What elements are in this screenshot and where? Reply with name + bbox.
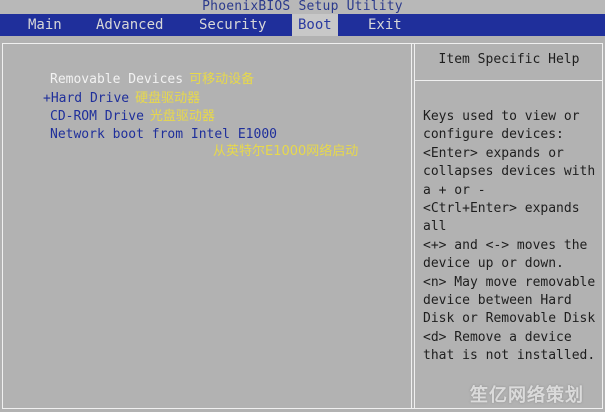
help-line: <Enter> expands or [423,145,564,161]
help-line: device between Hard [423,293,572,309]
menu-bar: Main Advanced Security Boot Exit [0,14,605,36]
boot-item-annotation: 硬盘驱动器 [135,91,201,106]
boot-item-label: +Hard Drive [43,91,130,106]
panel-divider-inner [414,43,415,409]
boot-item-hard-drive[interactable]: +Hard Drive 硬盘驱动器 [43,90,200,108]
bios-title: PhoenixBIOS Setup Utility [0,0,605,14]
help-title-separator [415,80,603,81]
boot-item-label: CD-ROM Drive [50,109,144,124]
help-panel-text: Keys used to view or configure devices: <E… [423,108,601,366]
watermark-logo: 笙亿网络策划 [470,385,584,406]
help-line: <Ctrl+Enter> expands [423,201,580,217]
help-line: all [423,219,447,235]
help-line: device up or down. [423,256,564,272]
help-line: <n> May move removable [423,274,596,290]
help-line: Disk or Removable Disk [423,311,596,327]
help-line: <+> and <-> moves the [423,237,588,253]
help-line: configure devices: [423,127,564,143]
boot-item-label: Removable Devices [50,72,184,87]
menu-tab-exit[interactable]: Exit [362,14,408,36]
help-line: that is not installed. [423,348,596,364]
help-line: <d> Remove a device [423,329,572,345]
bios-screen: PhoenixBIOS Setup Utility Main Advanced … [0,0,605,412]
menu-tab-boot[interactable]: Boot [292,14,338,36]
boot-item-annotation: 光盘驱动器 [149,109,215,124]
help-line: Keys used to view or [423,109,580,124]
help-panel-title: Item Specific Help [438,52,580,67]
help-line: collapses devices with [423,164,596,180]
menu-tab-advanced[interactable]: Advanced [90,14,169,36]
menu-tab-main[interactable]: Main [22,14,68,36]
boot-item-removable-devices[interactable]: Removable Devices 可移动设备 [50,71,254,89]
network-boot-annotation: 从英特尔E1000网络启动 [213,144,359,159]
boot-item-cdrom-drive[interactable]: CD-ROM Drive 光盘驱动器 [50,108,215,126]
boot-item-annotation: 可移动设备 [189,72,255,87]
menu-tab-security[interactable]: Security [193,14,272,36]
help-line: a + or - [423,182,486,198]
panel-divider [411,43,412,409]
